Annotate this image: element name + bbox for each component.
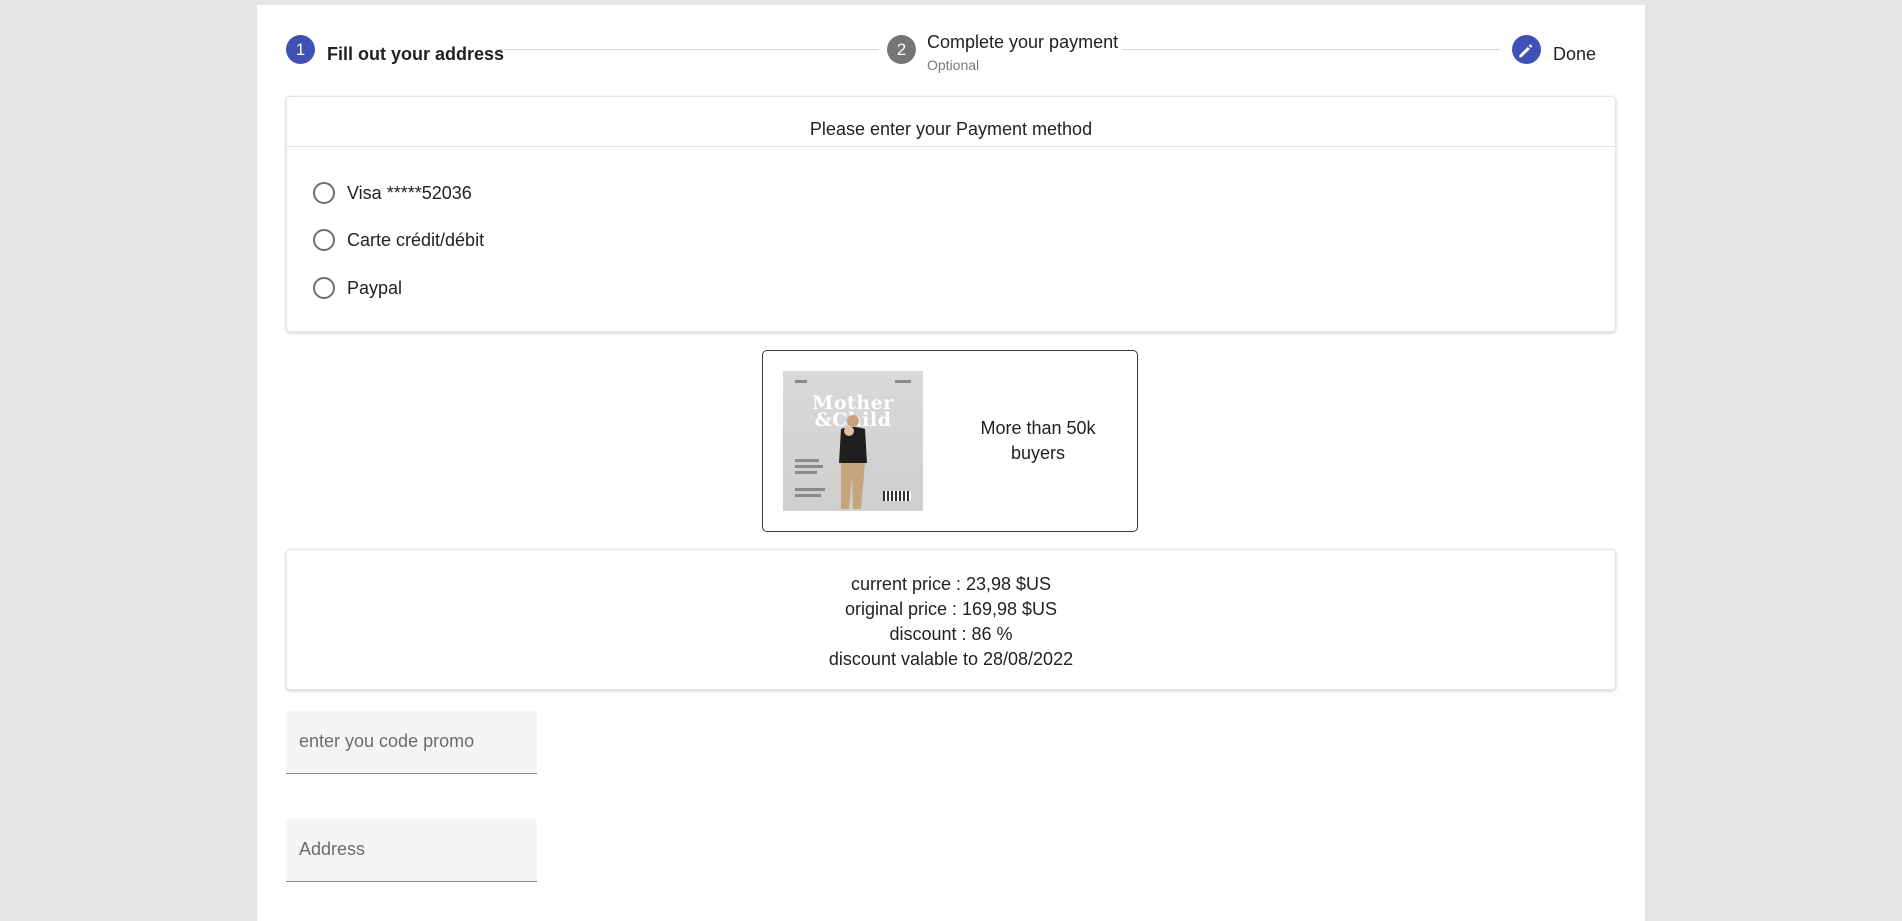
stepper: 1 Fill out your address 2 Complete your … (257, 5, 1645, 100)
cover-decoration (795, 459, 819, 462)
radio-button[interactable] (313, 182, 335, 204)
promo-code-input[interactable] (299, 731, 524, 752)
address-input[interactable] (299, 839, 524, 860)
product-box: Mother &Child More than 50k buyers (762, 350, 1138, 532)
cover-decoration (795, 465, 823, 468)
step-connector (1122, 49, 1500, 50)
cover-decoration (795, 488, 825, 491)
payment-option-paypal[interactable]: Paypal (313, 274, 402, 302)
pencil-icon (1519, 44, 1533, 58)
step-2-sublabel: Optional (927, 57, 980, 73)
barcode (883, 491, 911, 501)
discount-valid-until: discount valable to 28/08/2022 (828, 649, 1074, 669)
price-summary-card: current price : 23,98 $US original price… (286, 549, 1616, 690)
payment-option-label: Paypal (347, 277, 403, 298)
buyers-count-text: More than 50k buyers (980, 418, 1096, 463)
step-3-edit[interactable] (1512, 35, 1541, 64)
checkout-sheet: 1 Fill out your address 2 Complete your … (257, 5, 1645, 921)
radio-button[interactable] (313, 277, 335, 299)
payment-option-visa[interactable]: Visa *****52036 (313, 179, 472, 207)
radio-button[interactable] (313, 229, 335, 251)
payment-option-label: Visa *****52036 (347, 182, 472, 203)
step-2-label[interactable]: Complete your payment (927, 32, 1118, 53)
cover-decoration (795, 380, 807, 383)
step-3-label[interactable]: Done (1553, 44, 1596, 65)
promo-code-field[interactable] (286, 711, 537, 774)
cover-decoration (895, 380, 911, 383)
step-1-number[interactable]: 1 (286, 35, 315, 64)
cover-decoration (795, 494, 821, 497)
cover-decoration (795, 471, 817, 474)
payment-method-card: Please enter your Payment method Visa **… (286, 96, 1616, 332)
divider (287, 146, 1615, 147)
current-price: current price : 23,98 $US (850, 574, 1052, 594)
address-field[interactable] (286, 819, 537, 882)
step-2-number[interactable]: 2 (887, 35, 916, 64)
step-1-label[interactable]: Fill out your address (327, 44, 504, 65)
original-price: original price : 169,98 $US (844, 599, 1058, 619)
discount-percent: discount : 86 % (889, 624, 1013, 644)
payment-option-label: Carte crédit/débit (347, 229, 485, 250)
cover-photo (839, 415, 867, 509)
payment-method-title: Please enter your Payment method (809, 119, 1093, 139)
magazine-cover-image: Mother &Child (783, 371, 923, 511)
step-connector (496, 49, 879, 50)
payment-option-card[interactable]: Carte crédit/débit (313, 226, 484, 254)
